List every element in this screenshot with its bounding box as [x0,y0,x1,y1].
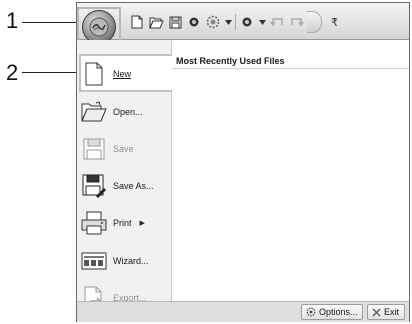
new-doc-icon[interactable] [129,14,145,30]
callout-number-1: 1 [6,8,19,33]
app-logo-icon [89,17,109,37]
quick-access-icons: ₹ [129,11,338,33]
menu-item-wizard-label: Wizard... [113,256,149,266]
chevron-down-icon[interactable] [258,14,266,30]
menu-item-save[interactable]: Save [81,131,169,167]
application-menu-button[interactable] [82,10,116,44]
record-icon[interactable] [186,14,202,30]
application-menu: New Open... Save Save As... Print ▶ Wiza… [77,40,409,310]
undo-icon[interactable] [269,14,285,30]
menu-item-new[interactable]: New [81,56,169,92]
recent-files-header: Most Recently Used Files [172,53,409,69]
wizard-icon [81,247,107,275]
customize-toolbar-icon[interactable]: ₹ [331,16,338,29]
open-folder-icon[interactable] [148,14,164,30]
menu-item-save-label: Save [113,144,134,154]
options-button[interactable]: Options... [301,304,363,320]
chevron-down-icon[interactable] [224,14,232,30]
menu-item-save-as[interactable]: Save As... [81,168,169,204]
save-icon[interactable] [167,14,183,30]
menu-footer: Options... Exit [77,301,409,322]
toolbar-end-cap [307,11,322,33]
application-window: ₹ New Open... Save Save As... Print ▶ Wi… [76,2,410,322]
menu-item-print-label: Print [113,218,132,228]
menu-item-print[interactable]: Print ▶ [81,205,169,241]
close-icon [372,308,381,316]
callout-line-2 [22,72,78,73]
exit-button[interactable]: Exit [367,304,405,320]
settings-icon[interactable] [205,14,221,30]
submenu-arrow-icon: ▶ [139,220,145,227]
menu-item-new-label: New [113,69,132,79]
quick-access-toolbar: ₹ [77,3,409,47]
save-as-icon [81,172,107,200]
save-icon [81,135,107,163]
gear-icon [306,307,316,317]
new-document-icon [81,60,107,88]
command-list: New Open... Save Save As... Print ▶ Wiza… [77,40,175,310]
redo-icon[interactable] [288,14,304,30]
menu-item-open[interactable]: Open... [81,94,169,130]
menu-item-wizard[interactable]: Wizard... [81,243,169,279]
recent-files-panel: Most Recently Used Files [172,40,409,301]
exit-button-label: Exit [384,307,400,317]
options-button-label: Options... [319,307,358,317]
menu-item-open-label: Open... [113,107,143,117]
open-folder-icon [81,98,107,126]
toolbar-separator [235,14,236,30]
callout-line-1 [22,22,78,23]
callout-number-2: 2 [6,60,19,85]
print-icon [81,209,107,237]
record-icon[interactable] [239,14,255,30]
menu-item-save-as-label: Save As... [113,181,154,191]
